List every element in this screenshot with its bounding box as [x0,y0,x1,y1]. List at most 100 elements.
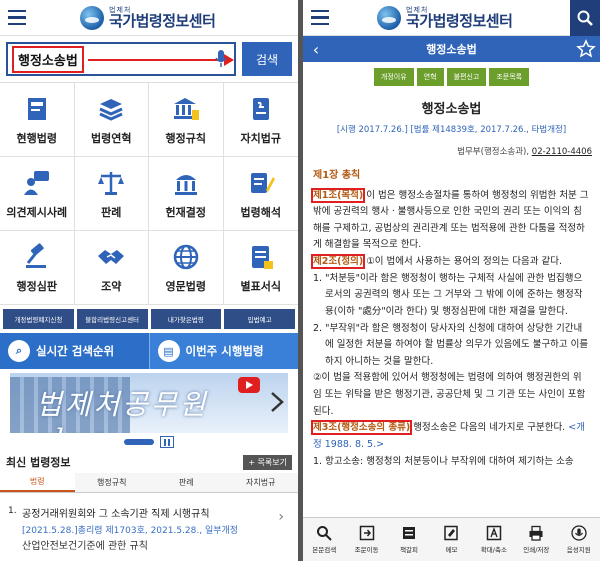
grid-english-law[interactable]: 영문법령 [149,231,224,305]
grid-admin-rule[interactable]: 행정규칙 [149,83,224,157]
quick-link-my-law[interactable]: 내가찾은법령 [150,309,222,329]
law-tag-buttons: 개정이유 연혁 불편신고 조문목록 [303,62,600,92]
article-3-text: 행정소송은 다음의 네가지로 구분한다. [410,422,569,434]
list-more-button[interactable]: + 목록보기 [243,454,292,470]
tab-precedent[interactable]: 판례 [149,473,224,492]
search-query-text: 행정소송법 [12,45,84,73]
article-1-label[interactable]: 제1조(목적) [310,187,366,203]
grid-label: 현행법령 [16,131,57,145]
back-icon[interactable]: ‹ [303,40,329,59]
stacked-books-icon [99,98,123,121]
right-header: 법제처 국가법령정보센터 [303,0,600,36]
tool-folding[interactable]: 책갈피 [388,518,430,561]
article-2-item-1: 1. "처분등"이라 함은 행정청이 행하는 구체적 사실에 관한 법집행으로서… [313,272,583,317]
site-logo[interactable]: 법제처 국가법령정보센터 [80,5,216,30]
grid-constitutional[interactable]: 헌재결정 [149,157,224,231]
microphone-icon [571,525,587,541]
site-logo[interactable]: 법제처 국가법령정보센터 [377,5,513,30]
left-header: 법제처 국가법령정보센터 [0,0,298,36]
tab-law[interactable]: 법령 [0,473,75,492]
pager-indicator[interactable] [124,439,154,445]
vlog-banner[interactable]: 법제처공무원 vlog [10,373,288,433]
grid-law-interpretation[interactable]: 법령해석 [223,157,298,231]
tag-history[interactable]: 연혁 [416,68,444,86]
grid-precedent[interactable]: 판례 [74,157,149,231]
tab-local-law[interactable]: 자치법규 [224,473,299,492]
law-body: 제1장 총칙 제1조(목적) 이 법은 행정소송절차를 통하여 행정청의 위법한… [303,157,600,470]
grid-current-law[interactable]: 현행법령 [0,83,75,157]
grid-label: 행정심판 [16,279,57,293]
quick-link-abolish[interactable]: 개정법령폐지신청 [3,309,74,329]
article-3-label[interactable]: 제3조(행정소송의 종류) [310,420,413,436]
grid-label: 판례 [101,205,122,219]
grid-local-law[interactable]: 자치법규 [223,83,298,157]
grid-opinion-case[interactable]: 의견제시사례 [0,157,75,231]
pencil-doc-icon [250,172,275,193]
header-search-button[interactable] [570,0,600,36]
search-button[interactable]: 검색 [242,42,292,76]
logo-emblem-icon [377,5,401,30]
building-icon [173,97,199,120]
article-2-label[interactable]: 제2조(정의) [310,254,366,269]
tool-label: 음성지원 [566,546,591,554]
tag-revision-reason[interactable]: 개정이유 [373,68,414,86]
menu-icon[interactable] [0,0,34,36]
tag-complaint[interactable]: 불편신고 [446,68,487,86]
search-input[interactable]: 행정소송법 [6,42,236,76]
tool-article-move[interactable]: 조문이동 [345,518,387,561]
article-2-para-2: ②이 법을 적용함에 있어서 행정청에는 법령에 의하여 행정권한의 위임 또는… [313,372,586,417]
tool-zoom[interactable]: 확대/축소 [473,518,515,561]
dept-name: 법무부(행정소송과), [457,147,532,157]
tool-label: 책갈피 [400,546,419,554]
article-3-item-1: 1. 항고소송: 행정청의 처분등이나 부작위에 대하여 제기하는 소송 [313,455,574,467]
grid-appendix-form[interactable]: 별표서식 [223,231,298,305]
court-icon [174,174,197,195]
right-screen: 법제처 국가법령정보센터 ‹ 행정소송법 개정이유 연혁 불편신고 조문목록 행… [303,0,600,561]
logo-main: 국가법령정보센터 [109,11,216,30]
speech-person-icon [23,170,49,195]
menu-icon[interactable] [303,0,337,36]
tool-text-search[interactable]: 본문검색 [303,518,345,561]
chevron-right-icon[interactable] [268,391,286,413]
list-item-meta: [2021.5.28.]총리령 제1703호, 2021.5.28., 일부개정 [22,526,239,536]
tool-label: 조문이동 [354,546,379,554]
dept-phone-link[interactable]: 02-2110-4406 [532,147,592,157]
grid-label: 법령해석 [240,205,281,219]
list-item[interactable]: 산업안전보건기준에 관한 규칙 [0,537,298,551]
latest-title: 최신 법령정보 [6,456,71,469]
tool-voice[interactable]: 음성지원 [558,518,600,561]
tab-admin-rule[interactable]: 행정규칙 [75,473,150,492]
memo-icon [444,525,459,541]
list-item[interactable]: 1. 공정거래위원회와 그 소속기관 직제 시행규칙 [2021.5.28.]총… [0,493,298,537]
grid-law-history[interactable]: 법령연혁 [74,83,149,157]
chevron-right-icon: › [278,509,284,525]
form-icon [251,245,273,269]
carousel-pager [0,433,298,451]
grid-treaty[interactable]: 조약 [74,231,149,305]
law-book-icon [27,97,46,120]
quick-link-legislation[interactable]: 입법예고 [224,309,295,329]
banner-this-week[interactable]: ▤ 이번주 시행법령 [148,333,298,369]
banners: ⌕ 실시간 검색순위 ▤ 이번주 시행법령 [0,333,298,369]
search-icon [577,10,593,26]
quick-link-report[interactable]: 불합리법령신고센터 [76,309,148,329]
star-icon[interactable] [576,39,596,59]
search-row: 행정소송법 검색 [0,36,298,82]
tool-memo[interactable]: 메모 [430,518,472,561]
grid-label: 헌재결정 [165,205,206,219]
grid-label: 자치법규 [240,131,281,145]
microphone-icon[interactable] [214,49,228,69]
tag-article-list[interactable]: 조문목록 [489,68,530,86]
banner-realtime-rank[interactable]: ⌕ 실시간 검색순위 [0,333,149,369]
grid-label: 법령연혁 [91,131,132,145]
tool-print-save[interactable]: 인쇄/저장 [515,518,557,561]
annotation-arrow [88,59,228,61]
grid-admin-trial[interactable]: 행정심판 [0,231,75,305]
font-size-icon [486,525,502,541]
grid-label: 조약 [101,279,122,293]
magnifier-icon [317,526,332,541]
law-title-bar: ‹ 행정소송법 [303,36,600,62]
left-screen: 법제처 국가법령정보센터 행정소송법 검색 현행법령 법령연혁 행정규칙 자치법… [0,0,298,561]
grid-label: 행정규칙 [165,131,206,145]
pause-icon[interactable] [160,436,174,448]
